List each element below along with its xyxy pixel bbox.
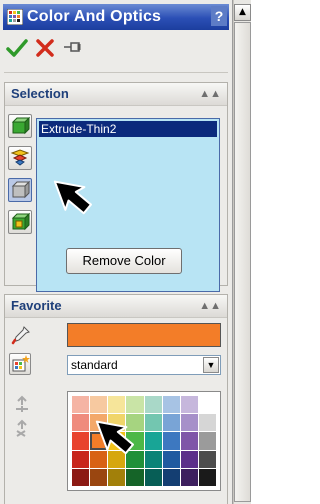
select-feature-icon: [9, 180, 31, 204]
palette-color-cell[interactable]: [198, 396, 216, 414]
eyedropper-icon[interactable]: [11, 325, 31, 348]
select-face-icon: [9, 149, 31, 172]
add-favorite-icon[interactable]: [13, 395, 31, 416]
list-item[interactable]: Extrude-Thin2: [39, 121, 217, 137]
pushpin-icon[interactable]: [62, 38, 86, 60]
palette-color-cell[interactable]: [162, 396, 180, 414]
palette-color-cell[interactable]: [180, 450, 198, 468]
color-palette[interactable]: [67, 391, 221, 491]
palette-star-icon: [10, 355, 30, 377]
palette-color-cell[interactable]: [144, 468, 162, 486]
panel-title: Color And Optics: [27, 8, 162, 25]
scroll-thumb[interactable]: [234, 22, 251, 502]
select-part-icon: [9, 116, 31, 140]
favorite-group: Favorite ▲▲ standard ▼: [4, 294, 228, 504]
selection-header[interactable]: Selection ▲▲: [5, 83, 227, 106]
palette-color-cell[interactable]: [180, 414, 198, 432]
palette-color-cell[interactable]: [126, 396, 144, 414]
palette-color-cell[interactable]: [198, 432, 216, 450]
palette-color-cell[interactable]: [198, 450, 216, 468]
palette-color-cell[interactable]: [126, 414, 144, 432]
palette-color-cell[interactable]: [198, 468, 216, 486]
palette-color-cell[interactable]: [162, 432, 180, 450]
palette-color-cell[interactable]: [72, 396, 90, 414]
palette-color-cell[interactable]: [162, 450, 180, 468]
palette-color-cell[interactable]: [72, 468, 90, 486]
palette-color-cell[interactable]: [162, 414, 180, 432]
selection-header-label: Selection: [11, 86, 69, 101]
palette-color-cell[interactable]: [72, 432, 90, 450]
chevron-down-icon[interactable]: ▼: [203, 357, 219, 373]
palette-color-cell[interactable]: [90, 432, 108, 450]
palette-color-cell[interactable]: [90, 468, 108, 486]
palette-color-cell[interactable]: [90, 396, 108, 414]
check-icon[interactable]: [6, 38, 30, 60]
favorite-header-label: Favorite: [11, 298, 62, 313]
new-palette-button[interactable]: [9, 353, 31, 375]
collapse-chevron-icon[interactable]: ▲▲: [199, 295, 221, 317]
color-and-optics-panel: Color And Optics ? Selection ▲▲ Extrude-…: [0, 0, 233, 504]
palette-color-cell[interactable]: [180, 396, 198, 414]
palette-color-cell[interactable]: [126, 432, 144, 450]
panel-titlebar: Color And Optics ?: [3, 4, 229, 30]
select-face-button[interactable]: [8, 146, 32, 170]
palette-color-cell[interactable]: [108, 432, 126, 450]
palette-color-cell[interactable]: [72, 414, 90, 432]
select-body-icon: [9, 212, 31, 236]
divider: [4, 72, 228, 73]
palette-color-cell[interactable]: [90, 414, 108, 432]
color-optics-icon: [6, 8, 24, 28]
help-button[interactable]: ?: [211, 6, 227, 26]
palette-color-cell[interactable]: [108, 450, 126, 468]
palette-color-cell[interactable]: [144, 414, 162, 432]
scroll-up-arrow-icon[interactable]: ▲: [234, 4, 251, 21]
select-feature-button[interactable]: [8, 178, 32, 202]
palette-color-cell[interactable]: [108, 468, 126, 486]
x-icon[interactable]: [34, 38, 58, 60]
collapse-chevron-icon[interactable]: ▲▲: [199, 83, 221, 105]
palette-color-cell[interactable]: [180, 432, 198, 450]
palette-select[interactable]: standard ▼: [67, 355, 221, 375]
favorite-header[interactable]: Favorite ▲▲: [5, 295, 227, 318]
palette-color-cell[interactable]: [108, 396, 126, 414]
select-part-button[interactable]: [8, 114, 32, 138]
palette-color-cell[interactable]: [144, 432, 162, 450]
palette-color-cell[interactable]: [144, 396, 162, 414]
current-color-swatch[interactable]: [67, 323, 221, 347]
remove-color-button[interactable]: Remove Color: [66, 248, 182, 274]
remove-favorite-icon[interactable]: [13, 419, 31, 440]
palette-color-cell[interactable]: [144, 450, 162, 468]
palette-select-value: standard: [71, 358, 118, 372]
palette-color-cell[interactable]: [180, 468, 198, 486]
palette-color-cell[interactable]: [162, 468, 180, 486]
select-body-button[interactable]: [8, 210, 32, 234]
palette-color-cell[interactable]: [90, 450, 108, 468]
palette-color-cell[interactable]: [126, 450, 144, 468]
palette-color-cell[interactable]: [198, 414, 216, 432]
palette-color-cell[interactable]: [108, 414, 126, 432]
palette-color-cell[interactable]: [126, 468, 144, 486]
palette-color-cell[interactable]: [72, 450, 90, 468]
vertical-scrollbar[interactable]: ▲: [233, 0, 251, 504]
